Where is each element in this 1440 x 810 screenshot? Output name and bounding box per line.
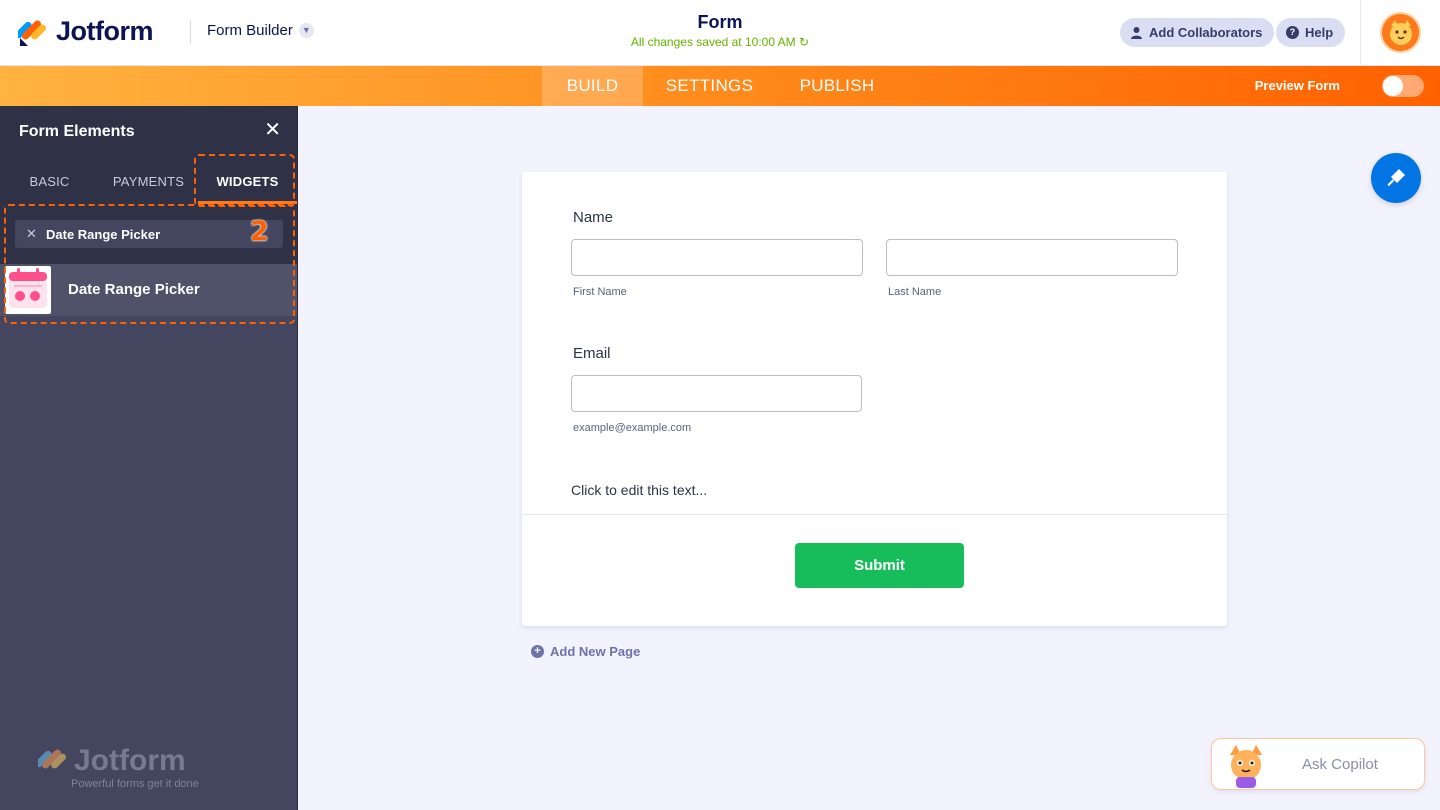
help-label: Help [1305, 25, 1334, 40]
footer-brand-text: Jotform [74, 744, 186, 777]
plus-icon: + [531, 645, 544, 658]
builder-nav-bar: BUILD SETTINGS PUBLISH Preview Form [0, 66, 1440, 106]
form-divider [522, 514, 1227, 515]
email-input[interactable] [571, 375, 862, 412]
panel-header: Form Elements ✕ [0, 106, 297, 158]
last-name-sublabel: Last Name [888, 286, 942, 298]
paint-roller-icon [1387, 169, 1405, 186]
first-name-input[interactable] [571, 239, 863, 276]
add-new-page-label: Add New Page [550, 644, 641, 659]
top-header: Jotform Form Builder ▼ Form All changes … [0, 0, 1440, 66]
name-field-label[interactable]: Name [573, 209, 613, 226]
add-collaborators-button[interactable]: Add Collaborators [1120, 18, 1275, 47]
help-button[interactable]: ? Help [1276, 18, 1346, 47]
panel-title: Form Elements [19, 123, 135, 140]
save-status-text: All changes saved at 10:00 AM [630, 35, 796, 49]
tab-build[interactable]: BUILD [542, 66, 643, 106]
cat-avatar-icon [1389, 19, 1412, 45]
submit-button[interactable]: Submit [795, 543, 964, 588]
email-sublabel: example@example.com [573, 422, 692, 434]
email-field-label[interactable]: Email [573, 345, 611, 362]
first-name-sublabel: First Name [573, 286, 627, 298]
last-name-input[interactable] [886, 239, 1178, 276]
step-number-badge: 2 [250, 216, 269, 247]
preview-form-toggle[interactable] [1382, 75, 1424, 97]
form-title[interactable]: Form [520, 12, 920, 33]
copilot-cat-icon [1230, 745, 1262, 788]
add-new-page-button[interactable]: + Add New Page [531, 644, 640, 659]
jotform-logo-icon [15, 17, 46, 47]
user-avatar[interactable] [1380, 12, 1421, 53]
save-status: All changes saved at 10:00 AM ↻ [520, 35, 920, 49]
form-designer-button[interactable] [1371, 153, 1421, 203]
form-builder-dropdown[interactable]: Form Builder ▼ [207, 22, 314, 39]
ask-copilot-button[interactable]: Ask Copilot [1211, 738, 1425, 790]
header-divider [190, 20, 191, 44]
tab-payments[interactable]: PAYMENTS [99, 158, 198, 204]
tab-settings[interactable]: SETTINGS [643, 66, 776, 106]
jotform-logo[interactable]: Jotform [15, 16, 154, 47]
tab-publish[interactable]: PUBLISH [776, 66, 898, 106]
question-icon: ? [1286, 26, 1299, 39]
form-canvas: Name First Name Last Name Email example@… [522, 172, 1227, 626]
user-icon [1131, 27, 1142, 39]
form-elements-panel: Form Elements ✕ BASIC PAYMENTS WIDGETS ✕… [0, 106, 298, 810]
tab-basic[interactable]: BASIC [0, 158, 99, 204]
brand-wordmark: Jotform [56, 16, 154, 46]
footer-logo: Jotform [38, 744, 199, 778]
footer-tagline: Powerful forms get it done [71, 778, 199, 790]
widgets-tab-highlight [194, 154, 295, 207]
ask-copilot-label: Ask Copilot [1302, 756, 1378, 773]
preview-form-label: Preview Form [1254, 78, 1340, 93]
jotform-footer-logo-icon [38, 749, 66, 769]
form-title-block: Form All changes saved at 10:00 AM ↻ [520, 12, 920, 49]
refresh-icon: ↻ [799, 35, 810, 49]
sidebar-footer-brand: Jotform Powerful forms get it done [38, 744, 199, 790]
form-builder-label: Form Builder [207, 22, 293, 39]
chevron-down-icon: ▼ [298, 23, 314, 38]
header-right-divider [1360, 0, 1361, 66]
close-icon[interactable]: ✕ [264, 120, 281, 140]
toggle-knob [1383, 76, 1403, 96]
add-collaborators-label: Add Collaborators [1149, 25, 1263, 40]
text-block[interactable]: Click to edit this text... [571, 482, 707, 498]
